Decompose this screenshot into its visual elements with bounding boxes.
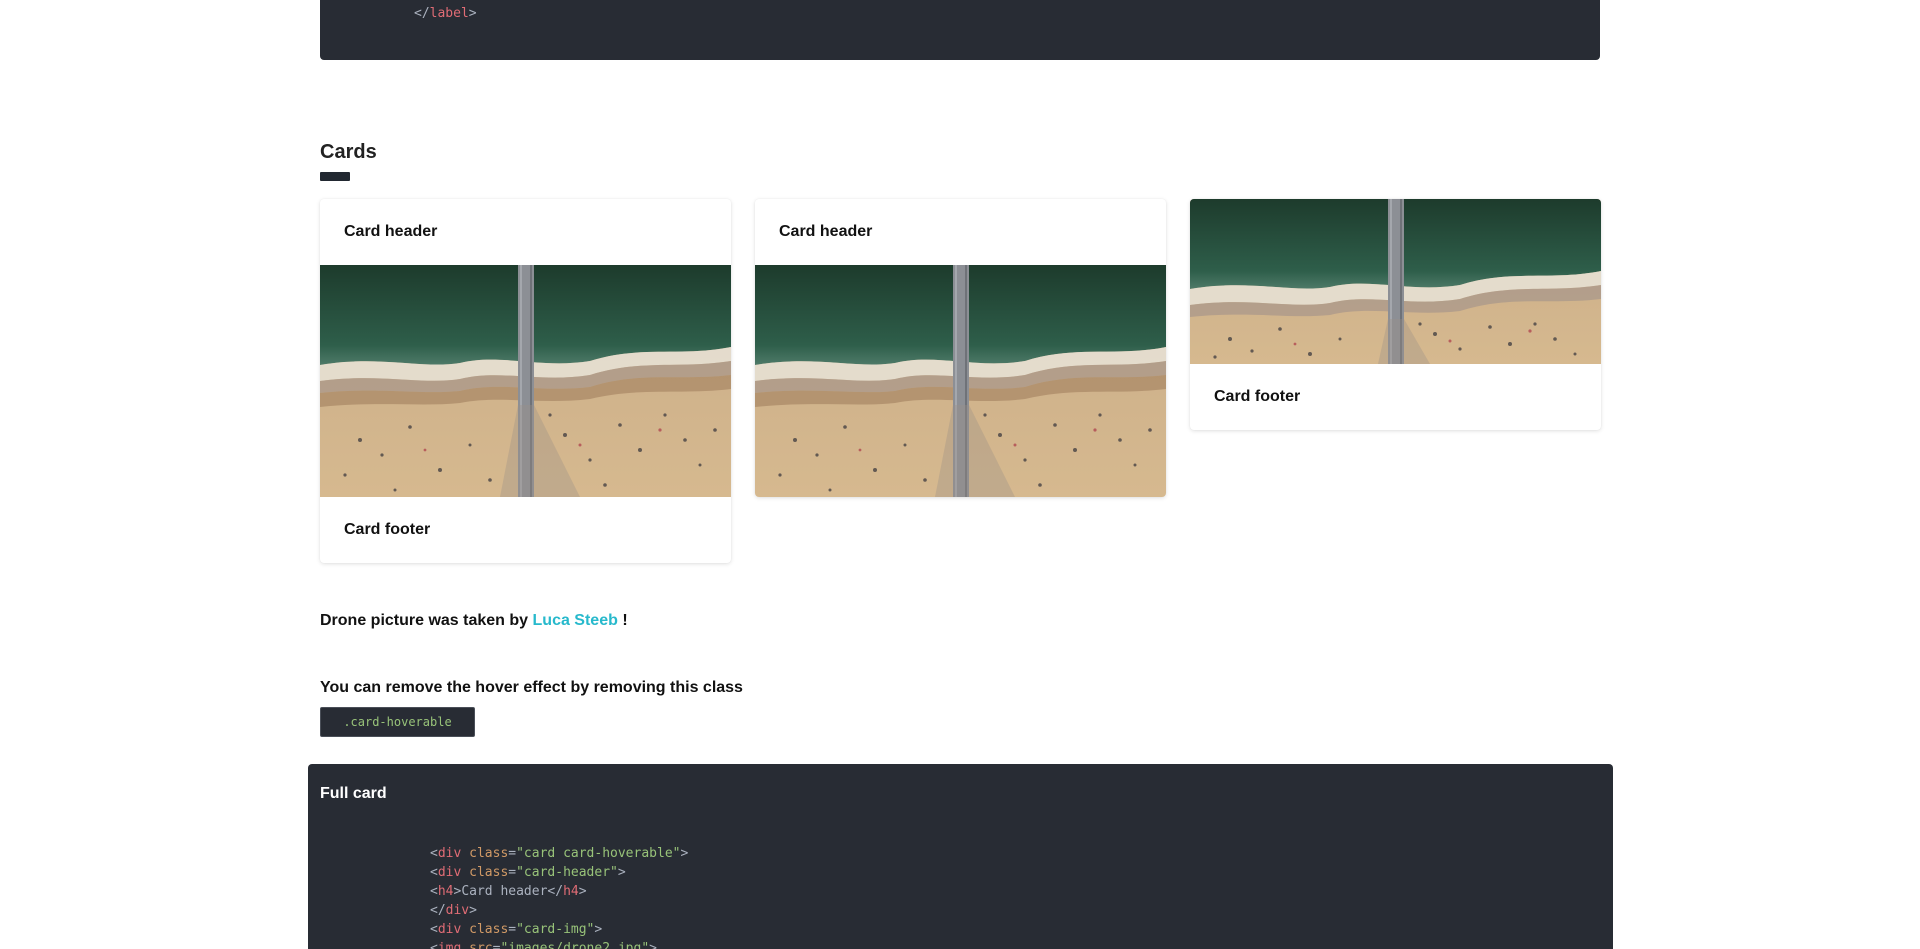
credit-suffix: ! [617,612,628,629]
drone-beach-photo [755,265,1166,497]
photo-credit: Drone picture was taken by Luca Steeb ! [320,612,628,630]
section-title: Cards [320,141,377,163]
drone-beach-photo [320,265,731,497]
code-lines: <div class="card card-hoverable"> <div cl… [430,844,688,949]
code-line: </div> [430,903,477,918]
card-image [1190,199,1601,364]
code-line: <h4>Card header</h4> [430,884,587,899]
card-header: Card header [344,223,438,240]
section-title-underline [320,172,350,181]
code-block-title: Full card [320,785,387,802]
code-line: <div class="card-img"> [430,922,603,937]
card-header: Card header [779,223,873,240]
card-footer: Card footer [344,521,431,538]
code-tag: label [429,6,469,21]
code-line: <img src="images/drone2.jpg"> [430,941,657,949]
page: </label> Cards Card header Card footer C… [0,0,1920,949]
code-block-top: </label> [320,0,1600,60]
drone-beach-photo [1190,199,1601,364]
code-line: <div class="card card-hoverable"> [430,846,689,861]
class-name-chip: .card-hoverable [320,707,475,737]
credit-prefix: Drone picture was taken by [320,612,533,629]
author-link[interactable]: Luca Steeb [533,612,618,629]
card-image [755,265,1166,497]
card-image [320,265,731,497]
card-image-footer[interactable]: Card footer [1190,199,1601,430]
code-line: <div class="card-header"> [430,865,626,880]
hover-effect-note: You can remove the hover effect by remov… [320,679,743,696]
card-header-image[interactable]: Card header [755,199,1166,497]
code-line: </label> [414,6,477,21]
card-footer: Card footer [1214,388,1301,405]
card-full[interactable]: Card header Card footer [320,199,731,563]
code-block-full-card: Full card <div class="card card-hoverabl… [308,764,1613,949]
